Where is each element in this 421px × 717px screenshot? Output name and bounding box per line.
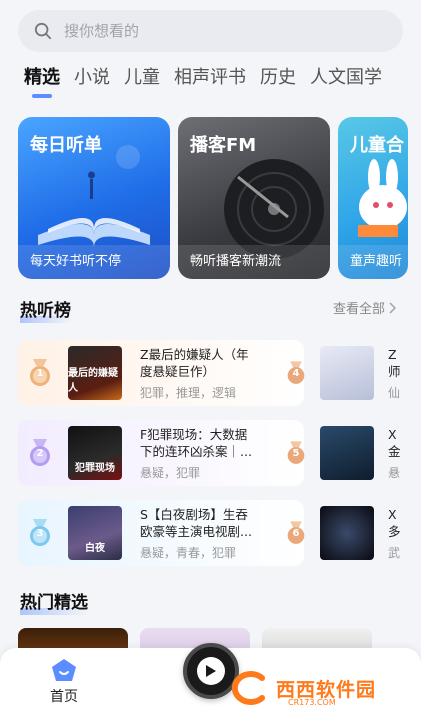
rank-number: 2: [36, 448, 44, 459]
search-icon: [34, 22, 52, 40]
rank-title: X多: [388, 506, 401, 539]
rank-item-6[interactable]: 6 X多 武: [284, 500, 421, 566]
banner-cards: 每日听单 每天好书听不停 播客FM 畅听播客新潮流 儿童合 童声趣听: [18, 117, 408, 279]
see-all-link[interactable]: 查看全部: [333, 298, 397, 317]
rank-number: 4: [292, 368, 300, 379]
rank-number: 5: [292, 448, 300, 459]
book-cover: [320, 346, 374, 400]
play-icon: [206, 665, 216, 677]
rank-medal-gold-icon: 1: [28, 359, 52, 387]
rank-item-4[interactable]: 4 Z师 仙: [284, 340, 421, 406]
banner-subtitle: 畅听播客新潮流: [178, 245, 330, 279]
banner-children[interactable]: 儿童合 童声趣听: [338, 117, 408, 279]
cover-text: 白夜: [85, 543, 105, 554]
book-cover: 犯罪现场: [68, 426, 122, 480]
watermark-sub: CR173.COM: [288, 698, 336, 707]
book-cover: 白夜: [68, 506, 122, 560]
see-all-label: 查看全部: [332, 302, 385, 317]
tab-crosstalk[interactable]: 相声评书: [174, 64, 246, 98]
rank-tags: 武: [388, 545, 401, 560]
search-bar[interactable]: [18, 10, 403, 52]
cover-text: 犯罪现场: [75, 463, 115, 474]
rank-medal-icon: 5: [284, 439, 308, 467]
rank-number: 3: [36, 528, 44, 539]
book-cover: [320, 506, 374, 560]
tab-history[interactable]: 历史: [260, 64, 296, 98]
rank-tags: 悬疑，青春，犯罪: [140, 545, 237, 560]
rank-medal-icon: 6: [284, 519, 308, 547]
rank-tags: 犯罪，推理，逻辑: [140, 385, 237, 400]
rank-title: X金: [388, 426, 401, 459]
rank-medal-silver-icon: 2: [28, 439, 52, 467]
rank-item-3[interactable]: 3 白夜 S【白夜剧场】生吞欧豪等主演电视剧... 悬疑，青春，犯罪: [18, 500, 304, 566]
rank-title: S【白夜剧场】生吞欧豪等主演电视剧...: [140, 506, 252, 539]
watermark-logo: 西西软件园 CR173.COM: [228, 668, 404, 708]
rank-medal-bronze-icon: 3: [28, 519, 52, 547]
category-tabs: 精选 小说 儿童 相声评书 历史 人文国学: [24, 64, 382, 98]
banner-podcast-fm[interactable]: 播客FM 畅听播客新潮流: [178, 117, 330, 279]
home-icon: [52, 659, 76, 681]
rank-number: 1: [36, 368, 44, 379]
rank-medal-icon: 4: [284, 359, 308, 387]
banner-subtitle: 每天好书听不停: [18, 245, 170, 279]
search-input[interactable]: [64, 22, 364, 40]
banner-title: 儿童合: [350, 135, 404, 156]
nav-home[interactable]: 首页: [50, 658, 78, 706]
featured-section-title: 热门精选: [20, 593, 88, 615]
book-cover: 最后的嫌疑人: [68, 346, 122, 400]
rank-tags: 仙: [388, 385, 401, 400]
rank-item-2[interactable]: 2 犯罪现场 F犯罪现场：大数据下的连环凶杀案｜... 悬疑，犯罪: [18, 420, 304, 486]
tab-featured[interactable]: 精选: [24, 64, 60, 98]
rank-tags: 悬: [388, 465, 401, 480]
cover-text: 最后的嫌疑人: [68, 368, 118, 394]
nav-home-label: 首页: [50, 689, 78, 705]
rank-number: 6: [292, 528, 300, 539]
banner-title: 每日听单: [30, 135, 102, 156]
rank-title: F犯罪现场：大数据下的连环凶杀案｜...: [140, 426, 252, 459]
rank-item-5[interactable]: 5 X金 悬: [284, 420, 421, 486]
rank-tags: 悬疑，犯罪: [140, 465, 201, 480]
tab-novel[interactable]: 小说: [74, 64, 110, 98]
hot-section-title: 热听榜: [20, 301, 71, 323]
tab-children[interactable]: 儿童: [124, 64, 160, 98]
tab-humanities[interactable]: 人文国学: [310, 64, 382, 98]
rank-title: Z最后的嫌疑人（年度悬疑巨作）: [140, 346, 249, 379]
banner-subtitle: 童声趣听: [338, 245, 408, 279]
banner-daily-list[interactable]: 每日听单 每天好书听不停: [18, 117, 170, 279]
book-cover: [320, 426, 374, 480]
banner-title: 播客FM: [190, 135, 257, 156]
chevron-right-icon: [389, 301, 397, 314]
watermark-c-icon: [231, 671, 265, 705]
rank-item-1[interactable]: 1 最后的嫌疑人 Z最后的嫌疑人（年度悬疑巨作） 犯罪，推理，逻辑: [18, 340, 304, 406]
rank-title: Z师: [388, 346, 401, 379]
